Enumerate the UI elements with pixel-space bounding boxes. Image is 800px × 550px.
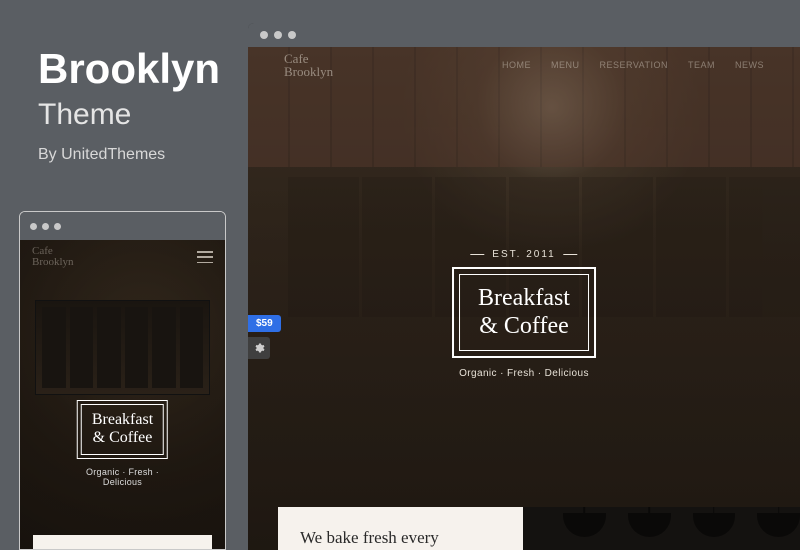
nav-item[interactable]: NEWS: [735, 60, 764, 70]
lamp-icon: [693, 513, 736, 537]
nav-item[interactable]: HOME: [502, 60, 531, 70]
window-dot-icon: [260, 31, 268, 39]
site-brand[interactable]: Cafe Brooklyn: [32, 246, 74, 268]
theme-header: Brooklyn Theme By UnitedThemes: [38, 48, 220, 164]
nav-item[interactable]: TEAM: [688, 60, 715, 70]
desktop-viewport[interactable]: Cafe Brooklyn HOME MENU RESERVATION TEAM…: [248, 47, 800, 550]
theme-byline: By UnitedThemes: [38, 146, 220, 164]
lamp-icon: [563, 513, 606, 537]
site-brand[interactable]: Cafe Brooklyn: [284, 52, 333, 78]
logo-line1: Breakfast: [92, 411, 153, 428]
mobile-window-titlebar: [20, 212, 225, 240]
brand-line2: Brooklyn: [284, 64, 333, 79]
desktop-window-titlebar: [248, 23, 800, 47]
site-logo[interactable]: Breakfast & Coffee Organic · Fresh · Del…: [71, 400, 174, 487]
lamp-icon: [757, 513, 800, 537]
hamburger-icon[interactable]: [197, 251, 213, 263]
window-dot-icon: [274, 31, 282, 39]
site-tagline: Organic · Fresh · Delicious: [71, 467, 174, 487]
theme-title: Brooklyn: [38, 48, 220, 90]
desktop-preview-frame: Cafe Brooklyn HOME MENU RESERVATION TEAM…: [248, 23, 800, 550]
lamp-row-background: [523, 507, 800, 550]
desktop-site-nav: Cafe Brooklyn HOME MENU RESERVATION TEAM…: [248, 47, 800, 83]
lamp-icon: [628, 513, 671, 537]
brand-line2: Brooklyn: [32, 256, 74, 268]
window-dot-icon: [288, 31, 296, 39]
gear-icon: [253, 342, 265, 354]
nav-item[interactable]: RESERVATION: [599, 60, 668, 70]
site-logo[interactable]: Breakfast & Coffee Organic · Fresh · Del…: [452, 267, 596, 379]
mobile-preview-frame: Cafe Brooklyn Breakfast & Coffee Organic…: [19, 211, 226, 550]
site-tagline: Organic · Fresh · Delicious: [452, 368, 596, 379]
price-badge[interactable]: $59: [248, 315, 281, 332]
nav-menu: HOME MENU RESERVATION TEAM NEWS: [502, 60, 764, 70]
window-dot-icon: [42, 223, 49, 230]
nav-item[interactable]: MENU: [551, 60, 580, 70]
logo-line2: & Coffee: [479, 313, 569, 339]
mobile-site-nav: Cafe Brooklyn: [20, 240, 225, 274]
theme-subtitle: Theme: [38, 98, 220, 132]
content-card-peek: [33, 535, 212, 549]
content-card-heading: We bake fresh every: [300, 528, 439, 547]
hero-background-shelf: [35, 300, 210, 395]
window-dot-icon: [54, 223, 61, 230]
logo-line2: & Coffee: [93, 429, 153, 446]
window-dot-icon: [30, 223, 37, 230]
settings-button[interactable]: [248, 337, 270, 359]
established-line: EST. 2011: [462, 249, 585, 260]
mobile-viewport[interactable]: Cafe Brooklyn Breakfast & Coffee Organic…: [20, 240, 225, 549]
content-card: We bake fresh every: [278, 507, 523, 550]
logo-line1: Breakfast: [478, 285, 570, 311]
